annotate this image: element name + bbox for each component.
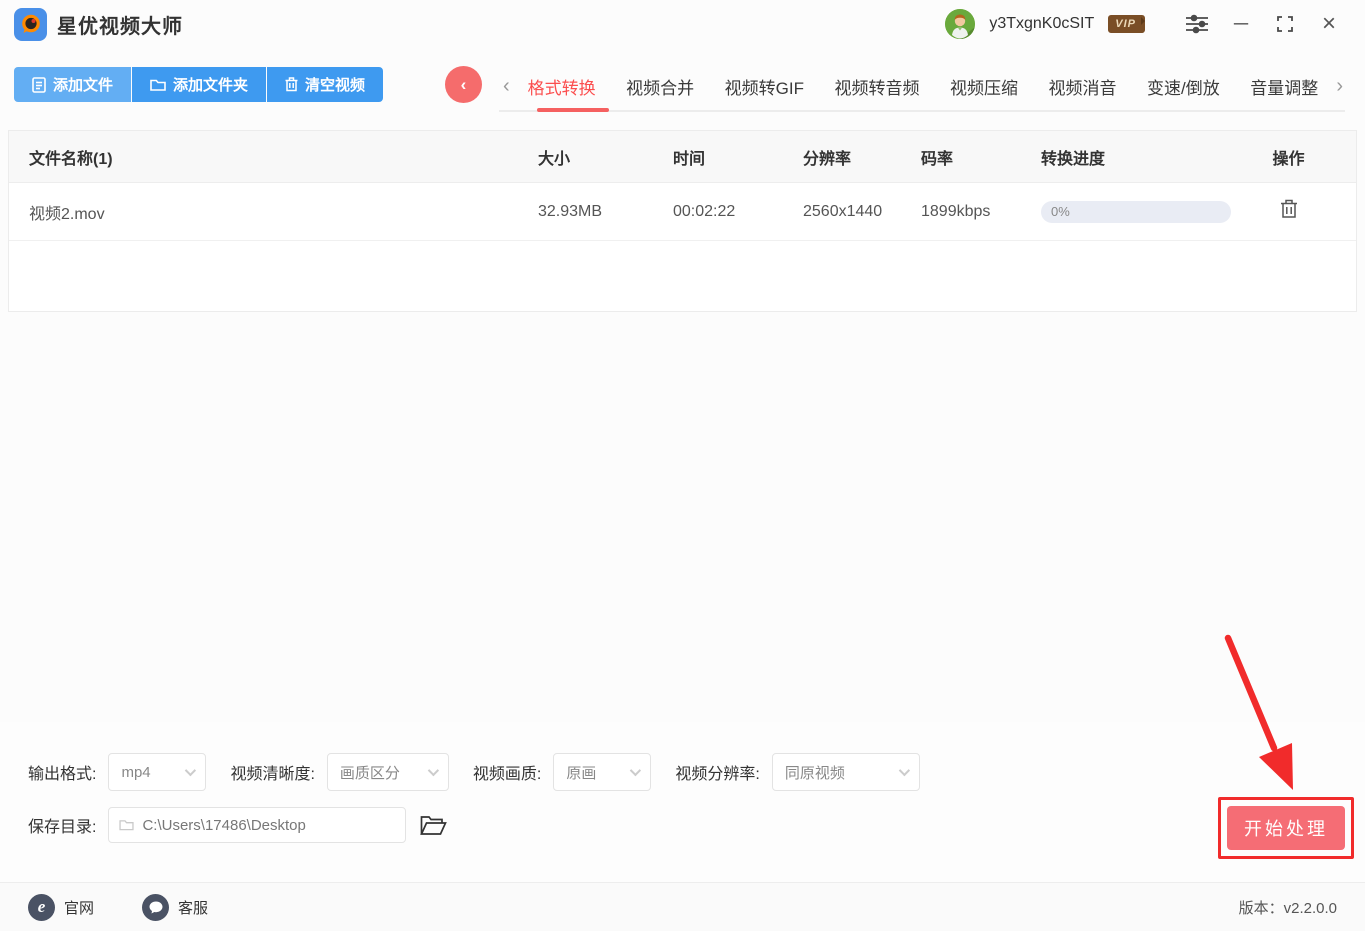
output-format-value: mp4 xyxy=(121,764,150,781)
folder-icon xyxy=(119,819,134,831)
table-row: 视频2.mov 32.93MB 00:02:22 2560x1440 1899k… xyxy=(9,183,1356,241)
tab-video-compress[interactable]: 视频压缩 xyxy=(950,74,1018,99)
output-format-label: 输出格式: xyxy=(28,760,96,784)
annotation-highlight-box: 开始处理 xyxy=(1218,797,1354,859)
document-icon xyxy=(32,77,46,93)
clarity-label: 视频清晰度: xyxy=(230,760,314,784)
file-toolbar: 添加文件 添加文件夹 清空视频 xyxy=(14,67,383,102)
folder-icon xyxy=(150,78,166,92)
clarity-select[interactable]: 画质区分 xyxy=(327,753,449,791)
header-time: 时间 xyxy=(673,145,803,169)
cell-size: 32.93MB xyxy=(538,203,673,221)
active-tab-underline xyxy=(537,108,609,112)
chevron-down-icon xyxy=(630,765,641,776)
app-logo-icon xyxy=(14,8,47,41)
progress-label: 0% xyxy=(1041,201,1231,223)
table-header-row: 文件名称(1) 大小 时间 分辨率 码率 转换进度 操作 xyxy=(9,131,1356,183)
open-folder-icon xyxy=(420,815,447,836)
tab-format-convert[interactable]: 格式转换 xyxy=(528,74,596,99)
output-format-select[interactable]: mp4 xyxy=(108,753,206,791)
version-text: 版本：v2.2.0.0 xyxy=(1239,897,1337,918)
chevron-down-icon xyxy=(899,765,910,776)
save-dir-path: C:\Users\17486\Desktop xyxy=(142,817,305,834)
clear-videos-button[interactable]: 清空视频 xyxy=(267,67,383,102)
add-file-button[interactable]: 添加文件 xyxy=(14,67,131,102)
tab-speed-reverse[interactable]: 变速/倒放 xyxy=(1147,74,1220,99)
chevron-down-icon xyxy=(428,765,439,776)
quality-label: 视频画质: xyxy=(473,760,541,784)
user-avatar[interactable] xyxy=(945,9,975,39)
title-bar: 星优视频大师 y3TxgnK0cSIT VIP ─ xyxy=(0,0,1365,48)
tab-video-to-gif[interactable]: 视频转GIF xyxy=(725,74,804,99)
close-button[interactable]: × xyxy=(1307,7,1351,41)
clear-videos-label: 清空视频 xyxy=(305,74,365,95)
clarity-value: 画质区分 xyxy=(340,762,400,783)
tab-volume-adjust[interactable]: 音量调整 xyxy=(1250,74,1318,99)
quality-select[interactable]: 原画 xyxy=(553,753,651,791)
username[interactable]: y3TxgnK0cSIT xyxy=(989,15,1094,33)
save-dir-input[interactable]: C:\Users\17486\Desktop xyxy=(108,807,406,843)
cell-file-name: 视频2.mov xyxy=(29,200,538,224)
output-settings-panel: 输出格式: mp4 视频清晰度: 画质区分 视频画质: 原画 视频分辨率: 同原… xyxy=(0,722,1365,882)
chat-bubble-icon xyxy=(142,894,169,921)
official-site-link[interactable]: e 官网 xyxy=(28,894,94,921)
vip-badge: VIP xyxy=(1108,15,1145,33)
header-progress: 转换进度 xyxy=(1041,145,1241,169)
resolution-value: 同原视频 xyxy=(785,762,845,783)
official-site-label: 官网 xyxy=(64,897,94,918)
cell-time: 00:02:22 xyxy=(673,203,803,221)
cell-resolution: 2560x1440 xyxy=(803,203,921,221)
customer-support-label: 客服 xyxy=(178,897,208,918)
minimize-button[interactable]: ─ xyxy=(1219,7,1263,41)
cell-bitrate: 1899kbps xyxy=(921,203,1041,221)
resolution-select[interactable]: 同原视频 xyxy=(772,753,920,791)
add-file-label: 添加文件 xyxy=(53,74,113,95)
trash-icon xyxy=(285,77,298,92)
add-folder-label: 添加文件夹 xyxy=(173,74,248,95)
chevron-down-icon xyxy=(185,765,196,776)
header-resolution: 分辨率 xyxy=(803,145,921,169)
trash-icon xyxy=(1280,199,1298,219)
file-table: 文件名称(1) 大小 时间 分辨率 码率 转换进度 操作 视频2.mov 32.… xyxy=(8,130,1357,312)
tab-video-mute[interactable]: 视频消音 xyxy=(1049,74,1117,99)
footer: e 官网 客服 版本：v2.2.0.0 xyxy=(0,882,1365,931)
start-processing-button[interactable]: 开始处理 xyxy=(1227,806,1345,850)
header-size: 大小 xyxy=(538,145,673,169)
quality-value: 原画 xyxy=(566,762,596,783)
tab-track xyxy=(499,110,1345,112)
resolution-label: 视频分辨率: xyxy=(675,760,759,784)
back-circle-button[interactable]: ‹ xyxy=(445,66,482,103)
conversion-progress-bar: 0% xyxy=(1041,201,1231,223)
tab-video-to-audio[interactable]: 视频转音频 xyxy=(835,74,920,99)
browser-e-icon: e xyxy=(28,894,55,921)
maximize-button[interactable] xyxy=(1263,7,1307,41)
save-dir-label: 保存目录: xyxy=(28,813,96,837)
header-bitrate: 码率 xyxy=(921,145,1041,169)
app-title: 星优视频大师 xyxy=(57,10,183,39)
delete-row-button[interactable] xyxy=(1280,199,1298,219)
tabs-scroll-right-icon[interactable]: › xyxy=(1328,76,1351,96)
header-file-name: 文件名称(1) xyxy=(29,145,538,169)
settings-sliders-icon[interactable] xyxy=(1175,7,1219,41)
tab-video-merge[interactable]: 视频合并 xyxy=(626,74,694,99)
add-folder-button[interactable]: 添加文件夹 xyxy=(132,67,266,102)
header-actions: 操作 xyxy=(1241,145,1336,169)
mode-tab-bar: ‹ 格式转换 视频合并 视频转GIF 视频转音频 视频压缩 视频消音 变速/倒放… xyxy=(495,66,1351,106)
browse-folder-button[interactable] xyxy=(420,815,447,836)
tabs-scroll-left-icon[interactable]: ‹ xyxy=(495,76,518,96)
customer-support-link[interactable]: 客服 xyxy=(142,894,208,921)
